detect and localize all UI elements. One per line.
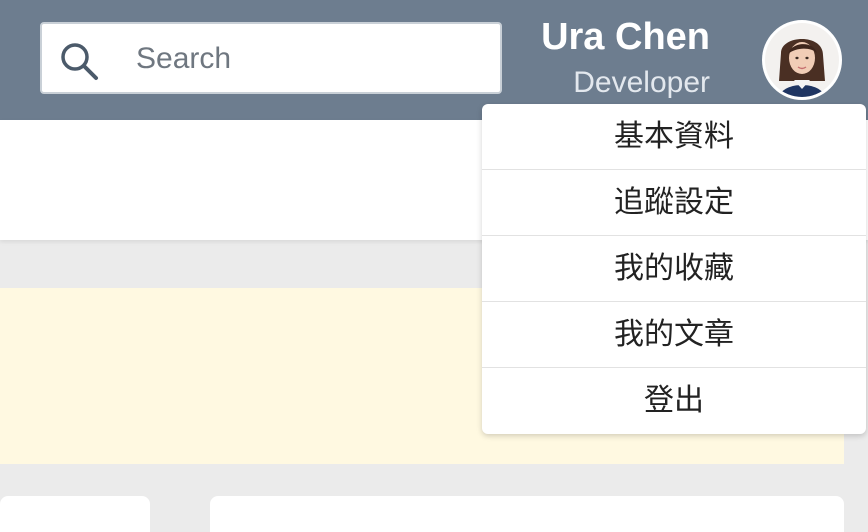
card-right <box>210 496 844 532</box>
menu-item-favorites[interactable]: 我的收藏 <box>482 236 866 302</box>
avatar-photo <box>765 23 839 97</box>
card-left <box>0 496 150 532</box>
menu-item-logout[interactable]: 登出 <box>482 368 866 434</box>
search-box[interactable] <box>40 22 502 94</box>
menu-item-follow-settings[interactable]: 追蹤設定 <box>482 170 866 236</box>
user-dropdown-menu: 基本資料 追蹤設定 我的收藏 我的文章 登出 <box>482 104 866 434</box>
top-bar: Ura Chen Developer <box>0 0 868 120</box>
search-input[interactable] <box>136 36 486 82</box>
avatar[interactable] <box>762 20 842 100</box>
search-icon[interactable] <box>58 40 102 84</box>
user-role: Developer <box>573 66 710 99</box>
app-root: Ura Chen Developer 基本資料 追蹤設定 我的收藏 我的文章 登… <box>0 0 868 532</box>
menu-item-my-articles[interactable]: 我的文章 <box>482 302 866 368</box>
user-name[interactable]: Ura Chen <box>541 16 710 59</box>
menu-item-profile[interactable]: 基本資料 <box>482 104 866 170</box>
